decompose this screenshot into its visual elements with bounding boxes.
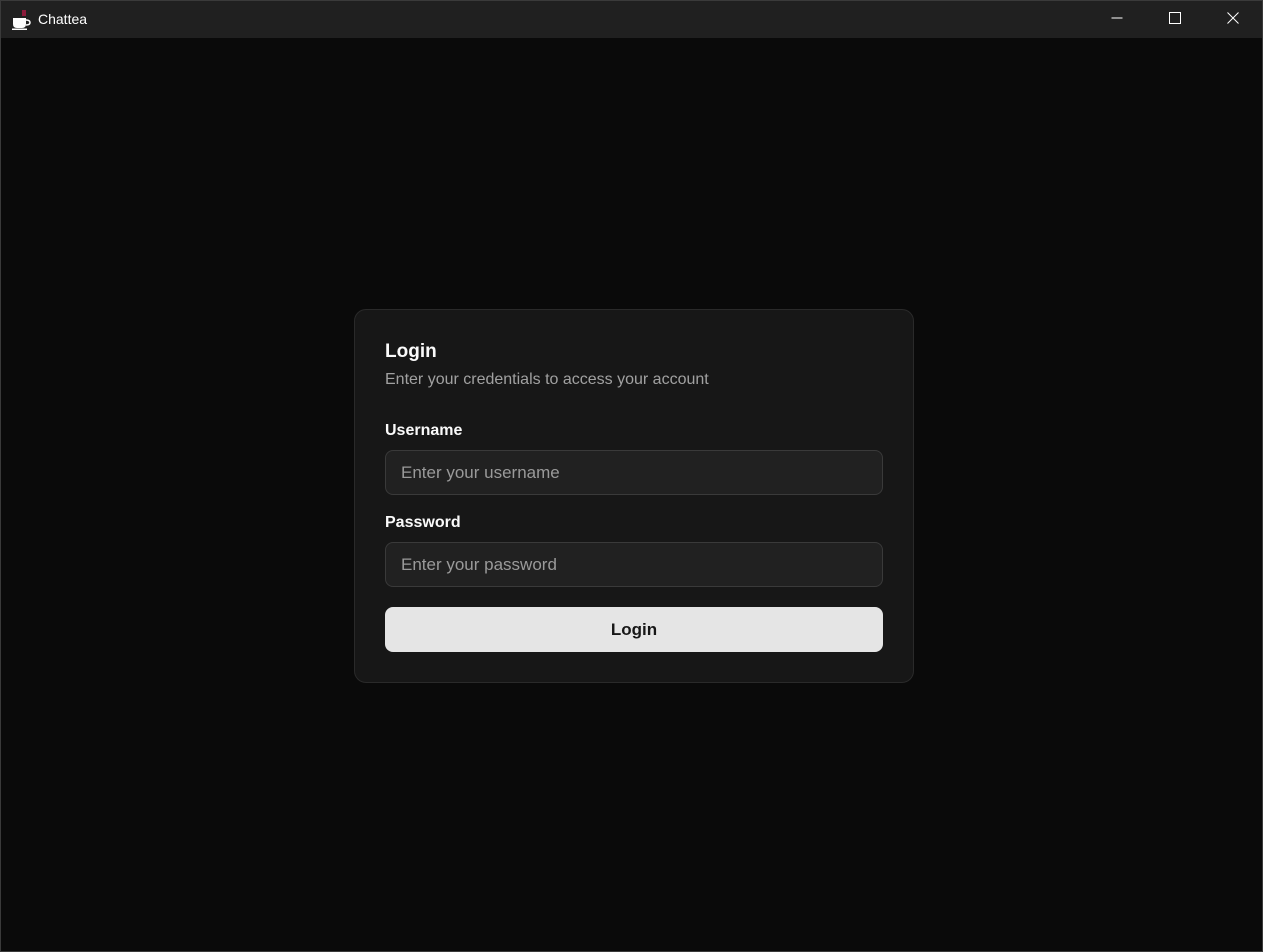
minimize-icon <box>1111 11 1123 29</box>
maximize-button[interactable] <box>1146 1 1204 38</box>
password-label: Password <box>385 514 461 531</box>
login-title: Login <box>385 341 437 362</box>
maximize-icon <box>1169 11 1181 29</box>
app-window: Chattea Login Enter your credentials to <box>0 0 1263 952</box>
coffee-cup-icon <box>11 9 31 31</box>
username-label: Username <box>385 422 463 439</box>
login-description: Enter your credentials to access your ac… <box>385 371 709 388</box>
window-title: Chattea <box>38 11 88 27</box>
login-button[interactable]: Login <box>385 607 883 652</box>
password-input[interactable] <box>385 542 883 587</box>
username-input[interactable] <box>385 450 883 495</box>
close-button[interactable] <box>1204 1 1262 38</box>
title-bar[interactable]: Chattea <box>1 1 1262 38</box>
window-controls <box>1088 1 1262 38</box>
login-card: Login Enter your credentials to access y… <box>354 309 914 683</box>
close-icon <box>1227 11 1239 29</box>
minimize-button[interactable] <box>1088 1 1146 38</box>
